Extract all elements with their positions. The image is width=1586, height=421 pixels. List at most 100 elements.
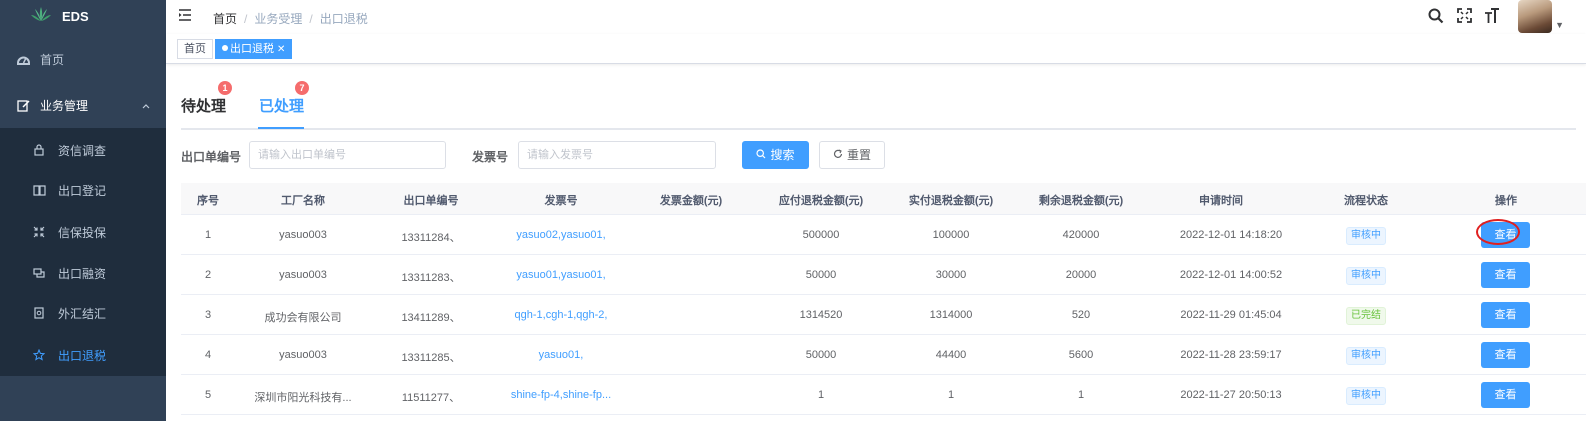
status-badge: 审核中 (1346, 347, 1386, 365)
cell-payable: 50000 (805, 269, 837, 281)
cell-no: 3 (204, 309, 212, 321)
cell-factory: yasuo003 (279, 229, 327, 241)
avatar[interactable] (1518, 0, 1552, 33)
cell-remaining: 20000 (1065, 269, 1097, 281)
shrink-icon (32, 225, 46, 239)
th-export-no: 出口单编号 (403, 195, 459, 207)
cell-no: 2 (204, 269, 212, 281)
sidebar-item-forex[interactable]: 外汇结汇 (0, 303, 166, 323)
cell-export-no: 13311283、 (401, 272, 461, 284)
sidebar-item-export-tax-refund[interactable]: 出口退税 (0, 345, 166, 365)
fullscreen-icon[interactable] (1457, 8, 1472, 26)
status-badge: 审核中 (1346, 387, 1386, 405)
font-size-icon[interactable] (1484, 8, 1500, 27)
table-row: 2 yasuo003 13311283、 yasuo01,yasuo01, 50… (181, 255, 1586, 295)
th-remaining: 剩余退税金额(元) (1038, 195, 1124, 207)
logo-text: EDS (62, 8, 89, 24)
cell-factory: yasuo003 (279, 269, 327, 281)
sidebar-item-export-register[interactable]: 出口登记 (0, 180, 166, 200)
breadcrumb-home[interactable]: 首页 (213, 12, 237, 26)
cell-invoice-link[interactable]: yasuo02,yasuo01, (491, 229, 631, 241)
th-paid: 实付退税金额(元) (908, 195, 994, 207)
tab-pending[interactable]: 待处理 (181, 95, 226, 116)
cell-payable: 500000 (802, 229, 840, 241)
sidebar-item-label: 出口登记 (58, 183, 107, 198)
cell-paid: 1314000 (929, 309, 973, 321)
table-row: 4 yasuo003 13311285、 yasuo01, 50000 4440… (181, 335, 1586, 375)
tab-active-indicator (258, 127, 304, 129)
submenu (0, 128, 166, 376)
invoice-no-label: 发票号 (472, 150, 509, 164)
cell-invoice-link[interactable]: shine-fp-4,shine-fp... (491, 389, 631, 401)
sidebar-item-label: 出口融资 (58, 266, 107, 281)
table-row: 5 深圳市阳光科技有... 11511277、 shine-fp-4,shine… (181, 375, 1586, 415)
export-no-label: 出口单编号 (181, 150, 242, 164)
cell-invoice-link[interactable]: yasuo01, (491, 349, 631, 361)
cell-export-no: 11511277、 (401, 392, 461, 404)
view-button[interactable]: 查看 (1476, 219, 1530, 248)
view-button[interactable]: 查看 (1481, 382, 1530, 408)
th-action: 操作 (1495, 195, 1517, 207)
search-icon (756, 142, 766, 168)
sidebar-item-label: 出口退税 (58, 348, 107, 363)
export-no-input[interactable]: 请输入出口单编号 (249, 141, 446, 169)
sidebar-item-home[interactable]: 首页 (0, 48, 166, 70)
sidebar-item-label: 首页 (40, 52, 65, 67)
view-button[interactable]: 查看 (1481, 342, 1530, 368)
cell-time: 2022-12-01 14:00:52 (1179, 269, 1283, 281)
tag-home[interactable]: 首页 (177, 39, 213, 59)
cell-payable: 1314520 (799, 309, 843, 321)
close-icon[interactable]: ✕ (277, 44, 285, 55)
cell-no: 1 (204, 229, 212, 241)
sidebar-item-export-finance[interactable]: 出口融资 (0, 263, 166, 283)
sidebar-item-insurance[interactable]: 信保投保 (0, 222, 166, 242)
cell-no: 5 (204, 389, 212, 401)
search-button-label: 搜索 (770, 148, 795, 162)
money-icon (32, 266, 46, 280)
sidebar-item-credit-check[interactable]: 资信调查 (0, 140, 166, 160)
edit-icon (16, 98, 30, 112)
breadcrumb: 首页 / 业务受理 / 出口退税 (213, 12, 368, 26)
th-invoice-amount: 发票金额(元) (659, 195, 723, 207)
cell-export-no: 13311285、 (401, 352, 461, 364)
book-icon (32, 183, 46, 197)
document-icon (32, 306, 46, 320)
table-row: 1 yasuo003 13311284、 yasuo02,yasuo01, 50… (181, 215, 1586, 255)
cell-remaining: 520 (1071, 309, 1091, 321)
status-tabs: 待处理 1 已处理 7 (181, 64, 1576, 130)
tags-view: 首页 出口退税 ✕ (166, 34, 1586, 64)
hamburger-icon[interactable] (178, 8, 192, 25)
tab-processed[interactable]: 已处理 (259, 95, 304, 116)
annotation-circle (1476, 219, 1520, 245)
caret-down-icon[interactable]: ▼ (1555, 20, 1564, 30)
cell-time: 2022-12-01 14:18:20 (1179, 229, 1283, 241)
cell-remaining: 1 (1077, 389, 1085, 401)
sidebar-item-business[interactable]: 业务管理 (0, 94, 166, 116)
cell-invoice-link[interactable]: qgh-1,cgh-1,qgh-2, (491, 309, 631, 321)
reset-button-label: 重置 (846, 148, 871, 162)
search-icon[interactable] (1428, 8, 1444, 27)
cell-no: 4 (204, 349, 212, 361)
cell-payable: 50000 (805, 349, 837, 361)
cell-remaining: 420000 (1062, 229, 1100, 241)
view-button[interactable]: 查看 (1481, 302, 1530, 328)
cell-paid: 1 (947, 389, 955, 401)
table-row: 3 成功会有限公司 13411289、 qgh-1,cgh-1,qgh-2, 1… (181, 295, 1586, 335)
reset-button[interactable]: 重置 (819, 141, 885, 169)
chevron-up-icon (142, 98, 150, 112)
cell-remaining: 5600 (1068, 349, 1094, 361)
tag-export-tax-refund[interactable]: 出口退税 ✕ (215, 39, 293, 59)
cell-paid: 44400 (935, 349, 967, 361)
search-button[interactable]: 搜索 (742, 141, 809, 169)
cell-factory: yasuo003 (279, 349, 327, 361)
invoice-no-input[interactable]: 请输入发票号 (518, 141, 716, 169)
cell-paid: 30000 (935, 269, 967, 281)
cell-invoice-link[interactable]: yasuo01,yasuo01, (491, 269, 631, 281)
tab-processed-badge: 7 (295, 81, 309, 95)
cell-export-no: 13411289、 (401, 312, 461, 324)
logo[interactable]: EDS (0, 0, 166, 32)
tab-pending-badge: 1 (218, 81, 232, 95)
lock-icon (32, 143, 46, 157)
view-button[interactable]: 查看 (1481, 262, 1530, 288)
th-status: 流程状态 (1344, 195, 1388, 207)
